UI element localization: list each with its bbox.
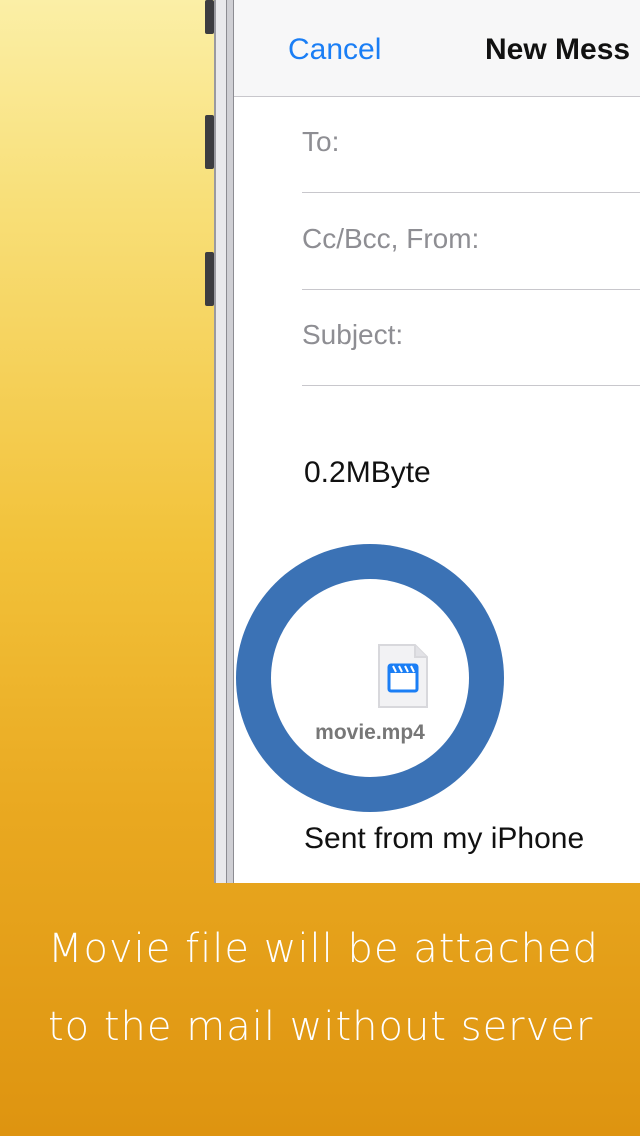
attachment[interactable]: movie.mp4 [271, 579, 469, 777]
subject-field[interactable]: Subject: [302, 319, 640, 351]
compose-navbar: Cancel New Mess [234, 0, 640, 97]
message-signature[interactable]: Sent from my iPhone [304, 822, 584, 856]
ccbcc-label: Cc/Bcc, From: [302, 223, 480, 254]
volume-down-button [205, 252, 214, 306]
to-label: To: [302, 126, 340, 157]
mute-switch [205, 0, 214, 34]
subject-label: Subject: [302, 319, 404, 350]
attachment-highlight-ring: movie.mp4 [236, 544, 504, 812]
compose-title: New Mess [485, 33, 631, 66]
phone-bezel-rail [226, 0, 234, 883]
volume-up-button [205, 115, 214, 169]
cancel-button[interactable]: Cancel [288, 33, 381, 67]
caption-line-1: Movie file will be attached [48, 926, 599, 972]
field-divider [302, 289, 640, 290]
caption-line-2: to the mail without server [48, 1004, 594, 1050]
ccbcc-field[interactable]: Cc/Bcc, From: [302, 223, 640, 255]
field-divider [302, 192, 640, 193]
field-divider [302, 385, 640, 386]
attachment-file-name: movie.mp4 [315, 721, 425, 744]
message-body-size[interactable]: 0.2MByte [304, 456, 431, 490]
movie-file-icon [378, 644, 428, 708]
to-field[interactable]: To: [302, 126, 640, 158]
